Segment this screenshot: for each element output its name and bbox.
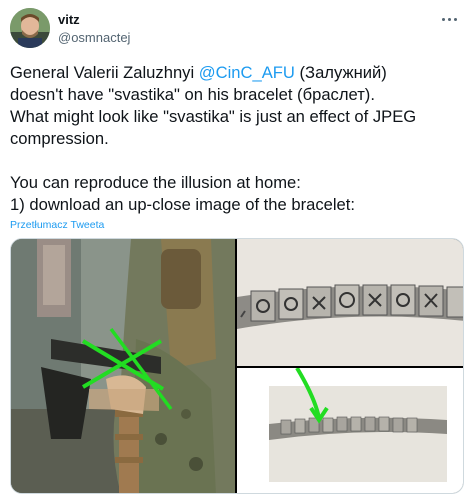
tweet-text: General Valerii Zaluzhnyi @CinC_AFU (Зал…: [10, 62, 468, 216]
author-name[interactable]: vitz: [58, 12, 80, 27]
translate-tweet-link[interactable]: Przetłumacz Tweeta: [10, 219, 104, 231]
tweet-line: compression.: [10, 129, 109, 148]
tweet-text-segment: General Valerii Zaluzhnyi: [10, 63, 199, 82]
tweet-line: 1) download an up-close image of the bra…: [10, 195, 355, 214]
avatar[interactable]: [10, 8, 50, 48]
photo-soldier-rifle[interactable]: [11, 239, 235, 493]
author-handle: @osmnactej: [58, 30, 131, 45]
tweet-text-segment: (Залужний): [294, 63, 387, 82]
photo-bracelet-closeup[interactable]: [237, 239, 463, 366]
photo-bracelet-compressed[interactable]: [237, 368, 463, 493]
tweet-line: You can reproduce the illusion at home:: [10, 173, 301, 192]
media-grid: [10, 238, 464, 494]
more-horizontal-icon[interactable]: [436, 10, 462, 28]
tweet-line: doesn't have "svastika" on his bracelet …: [10, 85, 375, 104]
tweet-header: vitz @osmnactej: [10, 8, 464, 52]
tweet-line: General Valerii Zaluzhnyi @CinC_AFU (Зал…: [10, 62, 468, 84]
tweet-line: What might look like "svastika" is just …: [10, 107, 417, 126]
mention-link[interactable]: @CinC_AFU: [199, 63, 295, 82]
